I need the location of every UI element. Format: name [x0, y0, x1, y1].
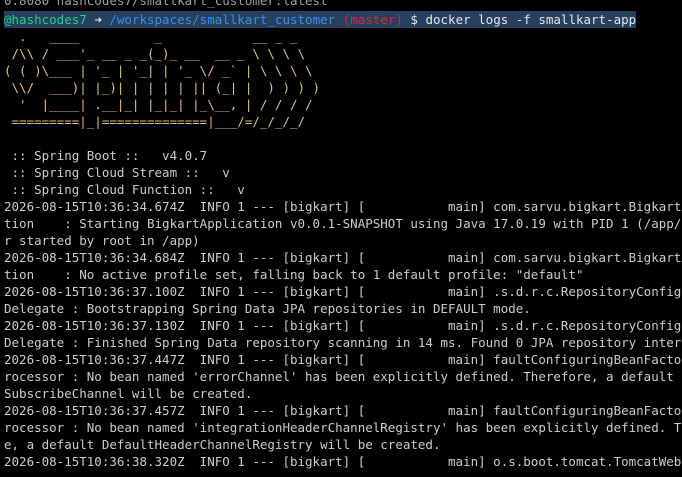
log-line: 2026-08-15T10:36:34.674Z INFO 1 --- [big…	[4, 199, 682, 214]
spring-banner-line: ' |____| .__|_| |_|_| |_\__, | / / / /	[4, 97, 313, 112]
spring-banner-line: =========|_|==============|___/=/_/_/_/	[4, 114, 306, 129]
prompt-arrow: ➜	[86, 12, 110, 27]
spring-banner-line: . ____ _ __ _ _	[4, 29, 298, 44]
version-line: :: Spring Cloud Function :: v	[4, 182, 245, 197]
terminal-cutoff-line: 0.8080 hashcodes7/smallkart_customer:lat…	[4, 0, 328, 8]
version-line: :: Spring Boot :: v4.0.7	[4, 148, 208, 163]
log-line: tion : Starting BigkartApplication v0.0.…	[4, 216, 682, 231]
shell-prompt-line[interactable]: @hashcodes7 ➜ /workspaces/smallkart_cust…	[4, 11, 637, 28]
log-line: 2026-08-15T10:36:37.100Z INFO 1 --- [big…	[4, 284, 682, 299]
spring-banner-line: ( ( )\___ | '_ | '_| | '_ \/ _` | \ \ \ …	[4, 63, 313, 78]
log-line: r started by root in /app)	[4, 233, 200, 248]
prompt-path: /workspaces/smallkart_customer	[109, 12, 336, 27]
log-line: tion : No active profile set, falling ba…	[4, 267, 584, 282]
log-line: e, a default DefaultHeaderChannelRegistr…	[4, 437, 441, 452]
prompt-command: $ docker logs -f smallkart-app	[402, 12, 637, 27]
log-line: SubscribeChannel will be created.	[4, 386, 253, 401]
log-line: rocessor : No bean named 'integrationHea…	[4, 420, 682, 435]
spring-banner-line: /\\ / ___'_ __ _ _(_)_ __ __ _ \ \ \ \	[4, 46, 306, 61]
version-line: :: Spring Cloud Stream :: v	[4, 165, 230, 180]
log-line: Delegate : Finished Spring Data reposito…	[4, 335, 682, 350]
prompt-branch: (master)	[335, 12, 403, 27]
log-line: Delegate : Bootstrapping Spring Data JPA…	[4, 301, 531, 316]
prompt-user: @hashcodes7	[4, 12, 87, 27]
log-line: 2026-08-15T10:36:37.130Z INFO 1 --- [big…	[4, 318, 682, 333]
log-line: 2026-08-15T10:36:37.457Z INFO 1 --- [big…	[4, 403, 682, 418]
log-line: 2026-08-15T10:36:34.684Z INFO 1 --- [big…	[4, 250, 682, 265]
log-line: 2026-08-15T10:36:38.320Z INFO 1 --- [big…	[4, 454, 682, 469]
spring-banner-line: \\/ ___)| |_)| | | | | || (_| | ) ) ) )	[4, 80, 321, 95]
terminal-window[interactable]: 0.8080 hashcodes7/smallkart_customer:lat…	[0, 0, 682, 477]
log-line: rocessor : No bean named 'errorChannel' …	[4, 369, 682, 384]
log-line: 2026-08-15T10:36:37.447Z INFO 1 --- [big…	[4, 352, 682, 367]
